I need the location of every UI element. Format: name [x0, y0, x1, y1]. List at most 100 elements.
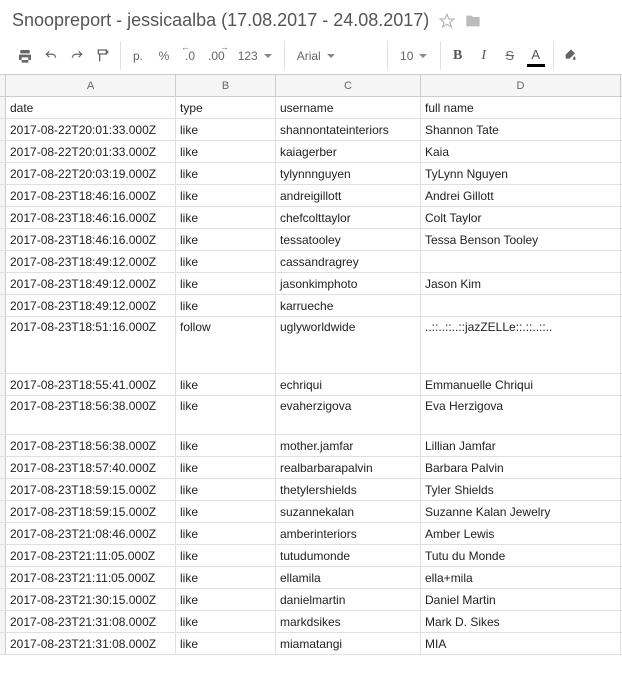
cell-fullname[interactable]: Tessa Benson Tooley: [421, 229, 621, 250]
cell-date[interactable]: 2017-08-23T18:51:16.000Z: [6, 317, 176, 373]
cell-fullname[interactable]: Tutu du Monde: [421, 545, 621, 566]
cell-username[interactable]: karrueche: [276, 295, 421, 316]
cell-date[interactable]: 2017-08-23T21:08:46.000Z: [6, 523, 176, 544]
cell-fullname[interactable]: ..::..::..::jazZELLe::.::..::..: [421, 317, 621, 373]
cell-type[interactable]: like: [176, 567, 276, 588]
cell-type[interactable]: like: [176, 396, 276, 434]
cell-date[interactable]: 2017-08-23T21:30:15.000Z: [6, 589, 176, 610]
cell-username[interactable]: suzannekalan: [276, 501, 421, 522]
cell-type[interactable]: like: [176, 479, 276, 500]
cell-date[interactable]: 2017-08-23T21:11:05.000Z: [6, 545, 176, 566]
cell-type[interactable]: like: [176, 251, 276, 272]
cell-type[interactable]: like: [176, 589, 276, 610]
cell-fullname[interactable]: Jason Kim: [421, 273, 621, 294]
cell-date[interactable]: 2017-08-23T21:11:05.000Z: [6, 567, 176, 588]
cell-date[interactable]: 2017-08-23T18:49:12.000Z: [6, 251, 176, 272]
cell-username[interactable]: andreigillott: [276, 185, 421, 206]
strikethrough-button[interactable]: S: [499, 44, 521, 68]
cell-fullname[interactable]: Colt Taylor: [421, 207, 621, 228]
cell-username[interactable]: echriqui: [276, 374, 421, 395]
folder-icon[interactable]: [465, 13, 481, 29]
cell-type[interactable]: follow: [176, 317, 276, 373]
cell-username[interactable]: miamatangi: [276, 633, 421, 654]
column-header-D[interactable]: D: [421, 75, 621, 96]
italic-button[interactable]: I: [473, 44, 495, 68]
decrease-decimal-button[interactable]: ←.0: [179, 44, 201, 68]
cell-type[interactable]: like: [176, 273, 276, 294]
cell-fullname[interactable]: Daniel Martin: [421, 589, 621, 610]
cell-type[interactable]: like: [176, 435, 276, 456]
cell-username[interactable]: uglyworldwide: [276, 317, 421, 373]
header-cell-type[interactable]: type: [176, 97, 276, 118]
cell-username[interactable]: amberinteriors: [276, 523, 421, 544]
cell-type[interactable]: like: [176, 611, 276, 632]
cell-date[interactable]: 2017-08-23T18:46:16.000Z: [6, 207, 176, 228]
star-icon[interactable]: [439, 13, 455, 29]
cell-fullname[interactable]: [421, 295, 621, 316]
more-formats-dropdown[interactable]: 123: [232, 44, 278, 68]
column-header-C[interactable]: C: [276, 75, 421, 96]
cell-username[interactable]: mother.jamfar: [276, 435, 421, 456]
cell-date[interactable]: 2017-08-23T18:49:12.000Z: [6, 295, 176, 316]
cell-username[interactable]: markdsikes: [276, 611, 421, 632]
header-cell-fullname[interactable]: full name: [421, 97, 621, 118]
cell-fullname[interactable]: Kaia: [421, 141, 621, 162]
cell-type[interactable]: like: [176, 163, 276, 184]
cell-type[interactable]: like: [176, 119, 276, 140]
cell-date[interactable]: 2017-08-23T18:46:16.000Z: [6, 185, 176, 206]
cell-type[interactable]: like: [176, 295, 276, 316]
cell-date[interactable]: 2017-08-23T18:56:38.000Z: [6, 396, 176, 434]
cell-username[interactable]: thetylershields: [276, 479, 421, 500]
cell-fullname[interactable]: Andrei Gillott: [421, 185, 621, 206]
bold-button[interactable]: B: [447, 44, 469, 68]
percent-button[interactable]: %: [153, 44, 175, 68]
cell-username[interactable]: danielmartin: [276, 589, 421, 610]
cell-username[interactable]: realbarbarapalvin: [276, 457, 421, 478]
column-header-A[interactable]: A: [6, 75, 176, 96]
cell-date[interactable]: 2017-08-23T21:31:08.000Z: [6, 633, 176, 654]
cell-fullname[interactable]: Amber Lewis: [421, 523, 621, 544]
increase-decimal-button[interactable]: .00→: [205, 44, 228, 68]
cell-type[interactable]: like: [176, 229, 276, 250]
cell-date[interactable]: 2017-08-23T21:31:08.000Z: [6, 611, 176, 632]
cell-date[interactable]: 2017-08-23T18:49:12.000Z: [6, 273, 176, 294]
cell-fullname[interactable]: Barbara Palvin: [421, 457, 621, 478]
cell-date[interactable]: 2017-08-22T20:01:33.000Z: [6, 141, 176, 162]
cell-username[interactable]: ellamila: [276, 567, 421, 588]
paint-format-icon[interactable]: [92, 44, 114, 68]
fill-color-button[interactable]: [560, 44, 585, 68]
cell-username[interactable]: tessatooley: [276, 229, 421, 250]
cell-username[interactable]: shannontateinteriors: [276, 119, 421, 140]
cell-type[interactable]: like: [176, 457, 276, 478]
currency-button[interactable]: р.: [127, 44, 149, 68]
cell-date[interactable]: 2017-08-23T18:56:38.000Z: [6, 435, 176, 456]
text-color-button[interactable]: A: [525, 44, 547, 68]
cell-username[interactable]: jasonkimphoto: [276, 273, 421, 294]
cell-fullname[interactable]: ella+mila: [421, 567, 621, 588]
cell-fullname[interactable]: Eva Herzigova: [421, 396, 621, 434]
cell-fullname[interactable]: Tyler Shields: [421, 479, 621, 500]
font-size-dropdown[interactable]: 10: [394, 44, 434, 68]
cell-username[interactable]: tutudumonde: [276, 545, 421, 566]
document-title[interactable]: Snoopreport - jessicaalba (17.08.2017 - …: [12, 10, 429, 31]
font-family-dropdown[interactable]: Arial: [291, 44, 381, 68]
cell-fullname[interactable]: Suzanne Kalan Jewelry: [421, 501, 621, 522]
header-cell-date[interactable]: date: [6, 97, 176, 118]
cell-fullname[interactable]: Mark D. Sikes: [421, 611, 621, 632]
cell-username[interactable]: kaiagerber: [276, 141, 421, 162]
cell-type[interactable]: like: [176, 633, 276, 654]
cell-fullname[interactable]: TyLynn Nguyen: [421, 163, 621, 184]
cell-type[interactable]: like: [176, 501, 276, 522]
cell-fullname[interactable]: Shannon Tate: [421, 119, 621, 140]
cell-type[interactable]: like: [176, 374, 276, 395]
undo-icon[interactable]: [40, 44, 62, 68]
cell-fullname[interactable]: Lillian Jamfar: [421, 435, 621, 456]
column-header-B[interactable]: B: [176, 75, 276, 96]
cell-date[interactable]: 2017-08-23T18:59:15.000Z: [6, 479, 176, 500]
cell-fullname[interactable]: [421, 251, 621, 272]
print-icon[interactable]: [14, 44, 36, 68]
cell-date[interactable]: 2017-08-23T18:57:40.000Z: [6, 457, 176, 478]
cell-type[interactable]: like: [176, 545, 276, 566]
redo-icon[interactable]: [66, 44, 88, 68]
cell-fullname[interactable]: Emmanuelle Chriqui: [421, 374, 621, 395]
